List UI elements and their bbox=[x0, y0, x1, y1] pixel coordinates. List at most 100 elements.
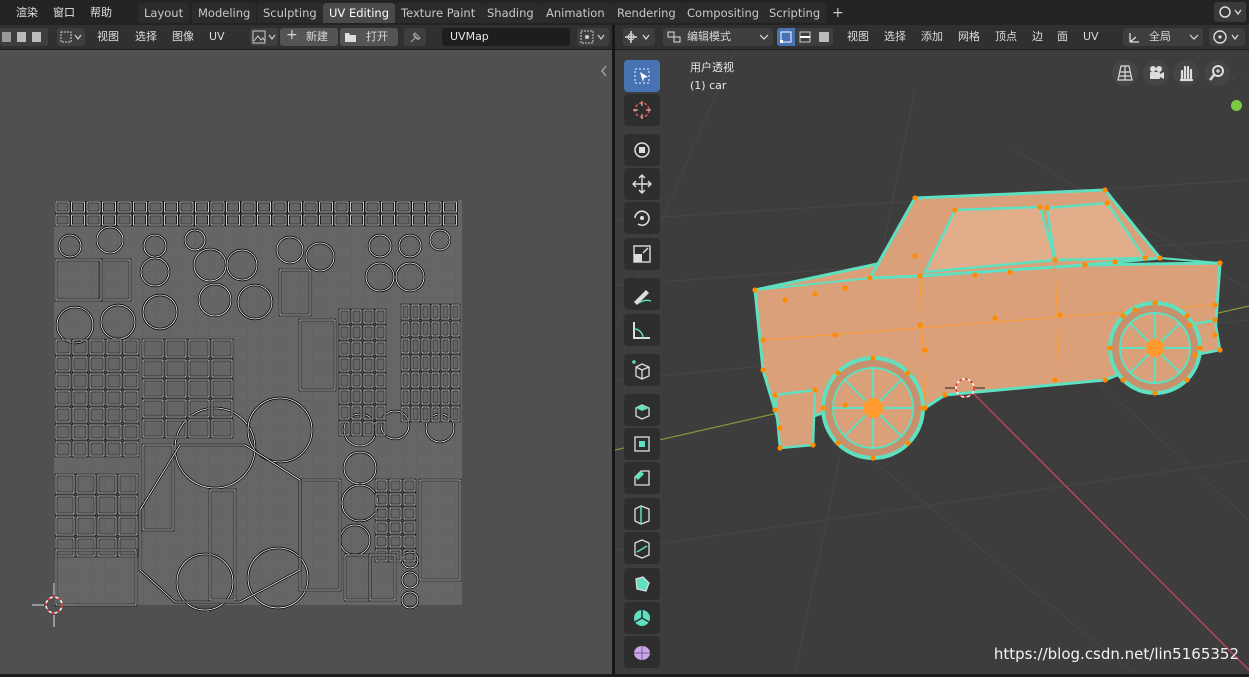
mesh-vertex bbox=[812, 387, 818, 393]
gizmo-y-axis-icon[interactable] bbox=[1231, 100, 1242, 111]
pan-view-button[interactable] bbox=[1173, 60, 1199, 86]
tool-rotate-button[interactable] bbox=[624, 202, 660, 234]
tool-knife-button[interactable] bbox=[624, 532, 660, 564]
tool-inset-button[interactable] bbox=[624, 428, 660, 460]
uvmap-field[interactable]: UVMap bbox=[442, 28, 570, 46]
tool-loop-cut-button[interactable] bbox=[624, 498, 660, 530]
menu-window[interactable]: 窗口 bbox=[53, 4, 75, 20]
transform-orientation-dropdown[interactable]: 全局 bbox=[1123, 28, 1203, 46]
tab-scripting[interactable]: Scripting bbox=[763, 3, 827, 23]
tool-poly-build-button[interactable] bbox=[624, 568, 660, 600]
open-image-button[interactable]: 打开 bbox=[340, 28, 398, 46]
tab-uv-editing[interactable]: UV Editing bbox=[323, 3, 395, 23]
pivot-icon bbox=[580, 30, 605, 44]
grid-perspective-icon bbox=[1117, 65, 1133, 81]
image-browse-dropdown[interactable] bbox=[250, 28, 278, 46]
pivot-point-dropdown[interactable] bbox=[1209, 28, 1245, 46]
mesh-vertex bbox=[1120, 377, 1126, 383]
vp-menu-view[interactable]: 视图 bbox=[847, 28, 869, 46]
face-select-button[interactable] bbox=[815, 28, 833, 46]
tool-measure-button[interactable] bbox=[624, 314, 660, 346]
mode-dropdown[interactable]: 编辑模式 bbox=[663, 28, 773, 46]
tool-annotate-button[interactable] bbox=[624, 278, 660, 310]
tab-shading[interactable]: Shading bbox=[481, 3, 540, 23]
top-bar: 渲染 窗口 帮助 Layout Modeling Sculpting UV Ed… bbox=[0, 0, 1249, 25]
rotate-icon bbox=[634, 210, 650, 227]
mesh-vertex bbox=[782, 297, 788, 303]
spin-icon bbox=[634, 610, 650, 626]
vp-menu-add[interactable]: 添加 bbox=[921, 28, 943, 46]
tab-compositing[interactable]: Compositing bbox=[681, 3, 766, 23]
mesh-select-mode-group[interactable] bbox=[777, 28, 833, 46]
scene-selector[interactable] bbox=[1214, 2, 1246, 22]
orientation-label: 全局 bbox=[1149, 30, 1171, 43]
hand-icon bbox=[1179, 65, 1194, 82]
edge-select-button[interactable] bbox=[796, 28, 814, 46]
uv-menu-image[interactable]: 图像 bbox=[172, 28, 194, 46]
select-mode-group[interactable] bbox=[0, 28, 48, 46]
sidebar-toggle-icon[interactable] bbox=[601, 65, 607, 77]
tool-select-box-button[interactable] bbox=[624, 60, 660, 92]
vp-menu-edge[interactable]: 边 bbox=[1032, 28, 1043, 46]
measure-icon bbox=[633, 322, 650, 339]
tab-rendering[interactable]: Rendering bbox=[611, 3, 682, 23]
tool-smooth-button[interactable] bbox=[624, 636, 660, 668]
add-workspace-button[interactable]: + bbox=[826, 3, 850, 23]
folder-icon bbox=[345, 33, 356, 42]
mesh-vertex bbox=[870, 455, 876, 461]
mesh-vertex bbox=[992, 315, 998, 321]
tab-sculpting[interactable]: Sculpting bbox=[257, 3, 323, 23]
vp-menu-vertex[interactable]: 顶点 bbox=[995, 28, 1017, 46]
vertex-select-button[interactable] bbox=[777, 28, 795, 46]
open-image-label: 打开 bbox=[366, 30, 388, 43]
3d-viewport[interactable]: 用户透视 (1) car bbox=[615, 50, 1249, 674]
tool-bevel-button[interactable] bbox=[624, 462, 660, 494]
uv-select-mode-icons bbox=[2, 32, 41, 42]
tab-texture-paint[interactable]: Texture Paint bbox=[395, 3, 482, 23]
tab-layout[interactable]: Layout bbox=[138, 3, 190, 23]
mesh-vertex bbox=[1212, 332, 1218, 338]
uv-menu-select[interactable]: 选择 bbox=[135, 28, 157, 46]
tool-cursor-button[interactable] bbox=[624, 94, 660, 126]
mesh-vertex bbox=[812, 291, 818, 297]
vp-menu-uv[interactable]: UV bbox=[1083, 28, 1099, 46]
viewport-scene-svg bbox=[615, 50, 1249, 674]
camera-view-button[interactable] bbox=[1143, 60, 1169, 86]
editor-type-dropdown[interactable] bbox=[623, 28, 655, 46]
mesh-vertex bbox=[1212, 317, 1218, 323]
mesh-vertex bbox=[1184, 313, 1190, 319]
inset-icon bbox=[634, 436, 650, 452]
mesh-vertex bbox=[1152, 390, 1158, 396]
menu-render[interactable]: 渲染 bbox=[16, 4, 38, 20]
vp-menu-mesh[interactable]: 网格 bbox=[958, 28, 980, 46]
pin-image-button[interactable] bbox=[404, 28, 426, 46]
tool-extrude-button[interactable] bbox=[624, 394, 660, 426]
uv-menu-uv[interactable]: UV bbox=[209, 28, 225, 46]
uv-editor-header: 视图 选择 图像 UV + 新建 打开 UVMap bbox=[0, 25, 612, 49]
tool-spin-button[interactable] bbox=[624, 602, 660, 634]
toggle-perspective-button[interactable] bbox=[1112, 60, 1138, 86]
gizmo-z-axis-icon[interactable] bbox=[1233, 78, 1245, 90]
tab-modeling[interactable]: Modeling bbox=[192, 3, 257, 23]
pivot-dropdown[interactable] bbox=[577, 28, 609, 46]
smooth-icon bbox=[634, 646, 650, 660]
uv-menu-view[interactable]: 视图 bbox=[97, 28, 119, 46]
vp-menu-face[interactable]: 面 bbox=[1057, 28, 1068, 46]
mesh-vertex bbox=[920, 405, 926, 411]
chevron-down-icon bbox=[1189, 34, 1199, 40]
sticky-select-dropdown[interactable] bbox=[57, 28, 85, 46]
mesh-vertex bbox=[942, 392, 948, 398]
uv-editor-canvas[interactable] bbox=[0, 50, 612, 674]
tab-animation[interactable]: Animation bbox=[540, 3, 611, 23]
car-mesh bbox=[752, 187, 1223, 461]
mesh-vertex bbox=[752, 287, 758, 293]
tool-add-cube-button[interactable] bbox=[624, 354, 660, 386]
editor-type-icon bbox=[625, 31, 650, 43]
zoom-view-button[interactable] bbox=[1204, 60, 1230, 86]
tool-move-button[interactable] bbox=[624, 134, 660, 166]
tool-move-arrows-button[interactable] bbox=[624, 168, 660, 200]
tool-scale-button[interactable] bbox=[624, 238, 660, 270]
vp-menu-select[interactable]: 选择 bbox=[884, 28, 906, 46]
menu-help[interactable]: 帮助 bbox=[90, 4, 112, 20]
new-image-button[interactable]: + 新建 bbox=[280, 27, 338, 46]
